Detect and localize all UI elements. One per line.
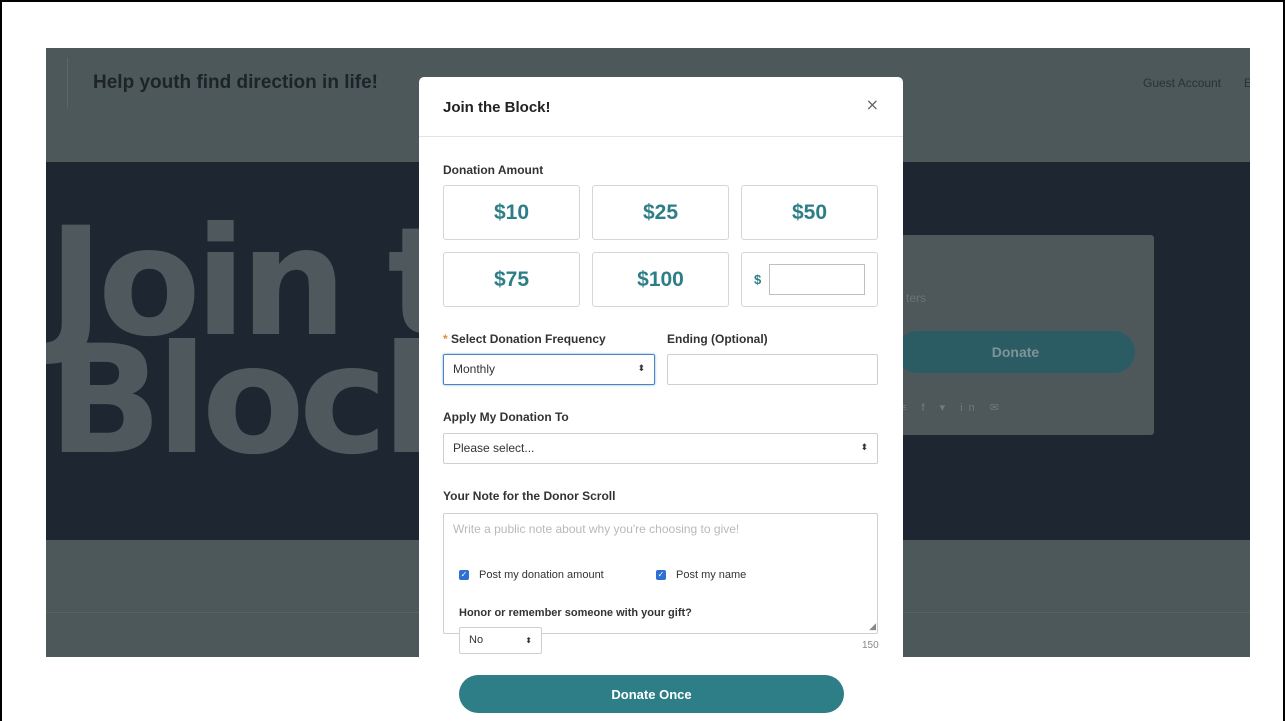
- resize-handle-icon[interactable]: ◢: [869, 622, 876, 632]
- donation-modal: Join the Block! × Donation Amount $10 $2…: [419, 77, 903, 657]
- custom-amount-input[interactable]: [769, 264, 865, 295]
- apply-donation-label: Apply My Donation To: [443, 410, 569, 424]
- post-amount-label: Post my donation amount: [479, 569, 604, 581]
- post-name-label: Post my name: [676, 569, 747, 581]
- modal-title: Join the Block!: [443, 99, 551, 116]
- amount-button-10[interactable]: $10: [443, 185, 580, 240]
- header-divider: [67, 58, 68, 108]
- post-amount-option[interactable]: ✓ Post my donation amount: [459, 569, 604, 581]
- apply-donation-select-value: Please select...: [453, 441, 535, 455]
- required-mark: *: [443, 332, 448, 346]
- header-extra-link[interactable]: E: [1244, 76, 1250, 90]
- frequency-select[interactable]: Monthly ⬍: [443, 354, 655, 385]
- frequency-label-text: Select Donation Frequency: [451, 332, 606, 346]
- amount-button-75[interactable]: $75: [443, 252, 580, 307]
- custom-amount-prefix: $: [754, 272, 762, 287]
- card-text: ters: [906, 291, 927, 305]
- character-count: 150: [862, 640, 879, 651]
- amount-button-100[interactable]: $100: [592, 252, 729, 307]
- guest-account-link[interactable]: Guest Account: [1143, 76, 1221, 90]
- site-title: Help youth find direction in life!: [93, 72, 378, 93]
- apply-donation-select[interactable]: Please select... ⬍: [443, 433, 878, 464]
- honor-select[interactable]: No ⬍: [459, 627, 542, 654]
- post-name-checkbox[interactable]: ✓: [656, 570, 666, 580]
- amount-button-50[interactable]: $50: [741, 185, 878, 240]
- ending-label: Ending (Optional): [667, 332, 768, 346]
- donor-note-label: Your Note for the Donor Scroll: [443, 489, 616, 503]
- honor-select-value: No: [469, 634, 484, 646]
- donate-once-button[interactable]: Donate Once: [459, 675, 844, 713]
- campaign-card: ters Donate ≡ f ▾ in ✉: [876, 235, 1154, 435]
- card-donate-button[interactable]: Donate: [896, 331, 1135, 373]
- ending-date-input[interactable]: [667, 354, 878, 385]
- select-arrows-icon: ⬍: [525, 636, 532, 645]
- honor-label: Honor or remember someone with your gift…: [459, 607, 692, 619]
- select-arrows-icon: ⬍: [860, 443, 868, 453]
- post-amount-checkbox[interactable]: ✓: [459, 570, 469, 580]
- close-icon[interactable]: ×: [866, 95, 879, 114]
- select-arrows-icon: ⬍: [637, 364, 645, 374]
- social-share-icons[interactable]: ≡ f ▾ in ✉: [900, 401, 1005, 414]
- custom-amount-box: $: [741, 252, 878, 307]
- donor-note-placeholder: Write a public note about why you're cho…: [453, 522, 740, 536]
- frequency-label: * Select Donation Frequency: [443, 332, 606, 346]
- modal-header: Join the Block! ×: [419, 77, 903, 137]
- amount-button-25[interactable]: $25: [592, 185, 729, 240]
- frequency-select-value: Monthly: [453, 362, 496, 376]
- post-name-option[interactable]: ✓ Post my name: [656, 569, 746, 581]
- donation-amount-label: Donation Amount: [443, 163, 544, 177]
